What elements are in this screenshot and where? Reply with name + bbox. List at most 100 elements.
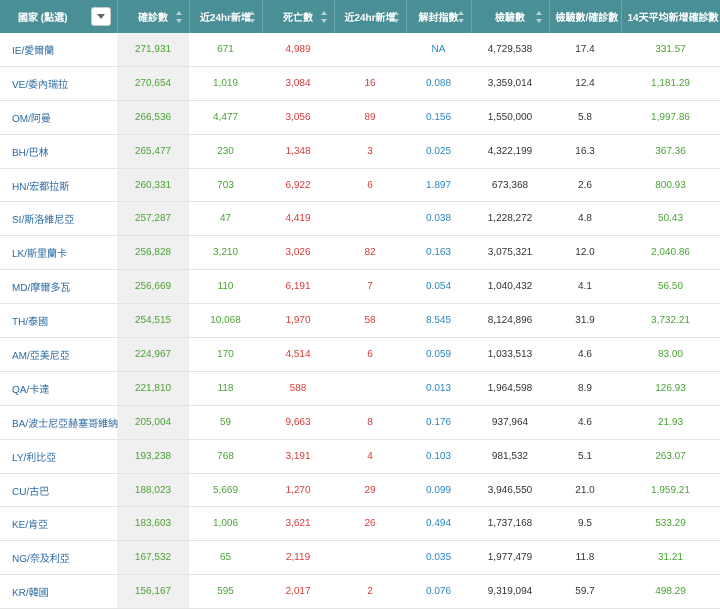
new-deaths-cell: 16: [334, 66, 406, 101]
country-link[interactable]: OM/阿曼: [0, 100, 117, 135]
tests-cell: 4,322,199: [471, 134, 549, 169]
tests-per-case-cell: 4.8: [549, 201, 621, 237]
avg14-cell: 800.93: [621, 168, 720, 203]
country-link[interactable]: HN/宏都拉斯: [0, 168, 117, 203]
table-row: KR/韓國 156,167 595 2,017 2 0.076 9,319,094 59.7 4…: [0, 574, 720, 609]
new-deaths-cell: 8: [334, 405, 406, 440]
unlock-index-cell: 0.059: [406, 337, 471, 372]
column-header-label: 14天平均新增確診數: [627, 13, 719, 24]
column-header-deaths-24h[interactable]: 近24hr新增: [334, 0, 407, 33]
sort-icon[interactable]: [706, 10, 714, 23]
column-header-unlock-index[interactable]: 解封指數: [406, 0, 472, 33]
table-row: NG/奈及利亞 167,532 65 2,119 0.035 1,977,479 11.8 3…: [0, 540, 720, 576]
sort-icon[interactable]: [535, 10, 543, 23]
new-deaths-cell: [334, 540, 406, 576]
sort-icon[interactable]: [392, 10, 400, 23]
country-link[interactable]: MD/摩爾多瓦: [0, 269, 117, 305]
deaths-cell: 3,621: [262, 506, 334, 542]
column-header-tests-per-case[interactable]: 檢驗數/確診數: [549, 0, 622, 33]
country-link[interactable]: QA/卡達: [0, 371, 117, 406]
avg14-cell: 533.29: [621, 506, 720, 542]
new-cases-cell: 768: [189, 439, 262, 474]
sort-icon[interactable]: [607, 10, 615, 23]
avg14-cell: 31.21: [621, 540, 720, 576]
confirmed-cell: 156,167: [117, 574, 189, 609]
tests-cell: 9,319,094: [471, 574, 549, 609]
table-row: KE/肯亞 183,603 1,006 3,621 26 0.494 1,737,168 9.…: [0, 506, 720, 542]
country-link[interactable]: AM/亞美尼亞: [0, 337, 117, 372]
country-link[interactable]: NG/奈及利亞: [0, 540, 117, 576]
tests-per-case-cell: 8.9: [549, 371, 621, 406]
deaths-cell: 9,663: [262, 405, 334, 440]
new-cases-cell: 230: [189, 134, 262, 169]
new-deaths-cell: 29: [334, 473, 406, 508]
column-header-confirmed[interactable]: 確診數: [117, 0, 190, 33]
unlock-index-cell: 0.038: [406, 201, 471, 237]
unlock-index-cell: 0.099: [406, 473, 471, 508]
country-link[interactable]: CU/古巴: [0, 473, 117, 508]
country-link[interactable]: KR/韓國: [0, 574, 117, 609]
sort-icon[interactable]: [320, 10, 328, 23]
tests-per-case-cell: 12.0: [549, 235, 621, 271]
country-link[interactable]: TH/泰國: [0, 303, 117, 339]
column-header-tests[interactable]: 檢驗數: [471, 0, 550, 33]
tests-per-case-cell: 12.4: [549, 66, 621, 101]
tests-per-case-cell: 16.3: [549, 134, 621, 169]
sort-icon[interactable]: [248, 10, 256, 23]
column-header-avg14[interactable]: 14天平均新增確診數: [621, 0, 720, 33]
sort-icon[interactable]: [457, 10, 465, 23]
country-link[interactable]: LK/斯里蘭卡: [0, 235, 117, 271]
new-deaths-cell: 58: [334, 303, 406, 339]
country-link[interactable]: BH/巴林: [0, 134, 117, 169]
table-row: BA/波士尼亞赫塞哥維納 205,004 59 9,663 8 0.176 937,964 4…: [0, 405, 720, 440]
new-cases-cell: 65: [189, 540, 262, 576]
unlock-index-cell: 0.163: [406, 235, 471, 271]
country-link[interactable]: IE/愛爾蘭: [0, 33, 117, 67]
table-row: LY/利比亞 193,238 768 3,191 4 0.103 981,532 5.1 263…: [0, 439, 720, 474]
country-link[interactable]: VE/委內瑞拉: [0, 66, 117, 101]
confirmed-cell: 224,967: [117, 337, 189, 372]
country-link[interactable]: BA/波士尼亞赫塞哥維納: [0, 405, 118, 440]
column-header-label: 檢驗數: [495, 13, 525, 24]
unlock-index-cell: 0.088: [406, 66, 471, 101]
avg14-cell: 498.29: [621, 574, 720, 609]
tests-cell: 937,964: [471, 405, 549, 440]
column-header-label: 近24hr新增: [199, 13, 252, 24]
tests-cell: 3,075,321: [471, 235, 549, 271]
new-cases-cell: 703: [189, 168, 262, 203]
avg14-cell: 1,997.86: [621, 100, 720, 135]
table-row: IE/愛爾蘭 271,931 671 4,989 NA 4,729,538 17.4 331.…: [0, 33, 720, 67]
tests-cell: 1,977,479: [471, 540, 549, 576]
tests-per-case-cell: 59.7: [549, 574, 621, 609]
deaths-cell: 4,419: [262, 201, 334, 237]
confirmed-cell: 266,536: [117, 100, 189, 135]
unlock-index-cell: 8.545: [406, 303, 471, 339]
tests-cell: 3,359,014: [471, 66, 549, 101]
tests-cell: 1,033,513: [471, 337, 549, 372]
confirmed-cell: 257,287: [117, 201, 189, 237]
column-header-deaths[interactable]: 死亡數: [262, 0, 335, 33]
new-deaths-cell: 6: [334, 168, 406, 203]
tests-per-case-cell: 5.1: [549, 439, 621, 474]
unlock-index-cell: 0.156: [406, 100, 471, 135]
country-link[interactable]: SI/斯洛維尼亞: [0, 201, 117, 237]
country-filter-dropdown[interactable]: [90, 7, 111, 26]
unlock-index-cell: 1.897: [406, 168, 471, 203]
deaths-cell: 1,970: [262, 303, 334, 339]
avg14-cell: 367.36: [621, 134, 720, 169]
new-deaths-cell: [334, 371, 406, 406]
table-row: SI/斯洛維尼亞 257,287 47 4,419 0.038 1,228,272 4.8 5…: [0, 201, 720, 237]
table-row: LK/斯里蘭卡 256,828 3,210 3,026 82 0.163 3,075,321…: [0, 235, 720, 271]
tests-per-case-cell: 5.8: [549, 100, 621, 135]
unlock-index-cell: 0.076: [406, 574, 471, 609]
column-header-country[interactable]: 國家 (點選): [0, 0, 118, 33]
new-cases-cell: 118: [189, 371, 262, 406]
table-row: BH/巴林 265,477 230 1,348 3 0.025 4,322,199 16.3 3…: [0, 134, 720, 169]
column-header-label: 確診數: [138, 13, 168, 24]
column-header-new-24h[interactable]: 近24hr新增: [189, 0, 263, 33]
deaths-cell: 2,119: [262, 540, 334, 576]
table-body: IE/愛爾蘭 271,931 671 4,989 NA 4,729,538 17.4 331.…: [0, 33, 720, 609]
sort-icon[interactable]: [175, 10, 183, 23]
country-link[interactable]: KE/肯亞: [0, 506, 117, 542]
country-link[interactable]: LY/利比亞: [0, 439, 117, 474]
